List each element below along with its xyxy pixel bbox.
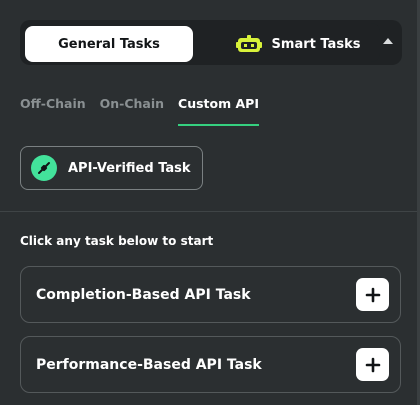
general-tasks-label: General Tasks <box>58 36 160 52</box>
tab-on-chain[interactable]: On-Chain <box>100 96 164 124</box>
task-label: Completion-Based API Task <box>36 286 251 303</box>
tab-custom-api[interactable]: Custom API <box>178 96 259 126</box>
smart-tasks-label: Smart Tasks <box>271 36 361 52</box>
plug-icon <box>31 155 57 181</box>
task-hint-text: Click any task below to start <box>20 234 214 248</box>
add-task-button[interactable] <box>356 348 389 381</box>
completion-based-api-task-card[interactable]: Completion-Based API Task <box>20 266 401 323</box>
task-type-switcher: General Tasks Smart Tasks <box>20 20 402 65</box>
add-task-button[interactable] <box>356 278 389 311</box>
api-verified-task-label: API-Verified Task <box>68 160 191 176</box>
general-tasks-tab[interactable]: General Tasks <box>25 26 193 62</box>
plus-icon <box>365 357 380 372</box>
task-label: Performance-Based API Task <box>36 356 262 373</box>
task-panel: General Tasks Smart Tasks Off-Chain On-C… <box>0 0 420 405</box>
performance-based-api-task-card[interactable]: Performance-Based API Task <box>20 336 401 393</box>
tab-off-chain[interactable]: Off-Chain <box>20 96 86 124</box>
task-category-tabs: Off-Chain On-Chain Custom API <box>20 96 259 126</box>
section-divider <box>0 211 417 212</box>
collapse-caret-icon[interactable] <box>380 33 396 49</box>
robot-icon <box>235 35 262 53</box>
plus-icon <box>365 287 380 302</box>
api-verified-task-chip[interactable]: API-Verified Task <box>20 146 203 190</box>
smart-tasks-tab[interactable]: Smart Tasks <box>213 26 383 62</box>
task-type-segmented-control: General Tasks Smart Tasks <box>23 23 380 62</box>
